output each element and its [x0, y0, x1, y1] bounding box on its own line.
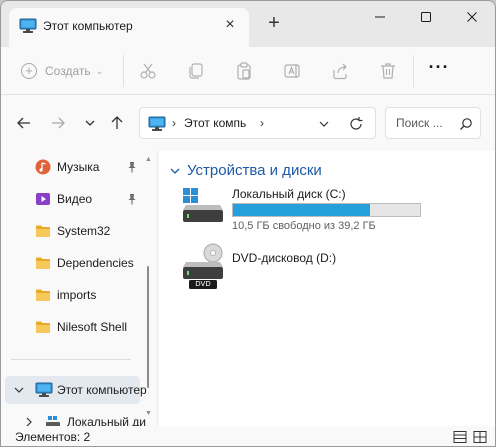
status-bar: Элементов: 2 — [1, 426, 495, 446]
maximize-button[interactable] — [403, 1, 449, 33]
breadcrumb-separator[interactable]: › — [260, 116, 264, 130]
music-icon — [35, 159, 51, 175]
tab-close-icon[interactable]: × — [222, 17, 238, 34]
folder-icon — [35, 223, 51, 239]
folder-icon — [35, 319, 51, 335]
sidebar-item-label: Dependencies — [57, 256, 134, 270]
sidebar-item-label: System32 — [57, 224, 111, 238]
cut-icon[interactable] — [138, 61, 158, 81]
sidebar-scrollbar[interactable] — [147, 266, 149, 388]
sidebar-item-system32[interactable]: System32 — [1, 217, 147, 245]
rename-icon[interactable] — [282, 61, 302, 81]
sidebar-item-label: Музыка — [57, 160, 100, 174]
drive-icon — [45, 414, 61, 426]
chevron-right-icon[interactable] — [23, 416, 35, 426]
sidebar-item-local-disk[interactable]: Локальный ди — [1, 408, 147, 426]
chevron-down-icon[interactable] — [169, 165, 181, 177]
content-pane: Устройства и диски Локальный диск (C:) 1… — [159, 151, 495, 426]
forward-arrow-icon[interactable] — [49, 114, 67, 132]
item-count: Элементов: 2 — [15, 430, 91, 444]
details-view-icon[interactable] — [453, 430, 467, 444]
close-icon — [467, 12, 477, 22]
dvd-badge: DVD — [195, 280, 211, 288]
delete-icon[interactable] — [378, 61, 398, 81]
search-box[interactable]: Поиск ... — [385, 107, 481, 139]
address-bar[interactable]: › Этот компь › — [139, 107, 376, 139]
new-tab-button[interactable]: + — [265, 13, 283, 33]
chevron-down-icon[interactable] — [13, 384, 25, 399]
refresh-icon[interactable] — [348, 116, 364, 132]
tiles-view-icon[interactable] — [473, 430, 487, 444]
scroll-down-icon[interactable]: ▼ — [145, 410, 152, 417]
toolbar-divider — [123, 55, 124, 87]
navigation-pane: Музыка Видео System32 Dependencies impor… — [1, 151, 156, 426]
breadcrumb-separator[interactable]: › — [172, 116, 176, 130]
drive-name: DVD-дисковод (D:) — [232, 251, 337, 265]
recent-chevron-icon[interactable] — [81, 114, 99, 132]
toolbar-divider — [413, 55, 414, 87]
drive-item-d[interactable]: DVD — [179, 243, 449, 289]
create-button[interactable]: + Создать ⌄ — [21, 60, 103, 82]
pin-icon[interactable] — [126, 161, 138, 173]
share-icon[interactable] — [330, 61, 350, 81]
more-options-button[interactable]: ··· — [428, 58, 450, 82]
sidebar-divider — [11, 359, 131, 360]
group-title: Устройства и диски — [187, 162, 322, 179]
sidebar-item-label: Локальный ди — [67, 415, 146, 426]
tab-label: Этот компьютер — [43, 19, 133, 33]
close-button[interactable] — [449, 1, 495, 33]
pc-icon — [19, 18, 37, 37]
up-arrow-icon[interactable] — [108, 114, 126, 132]
sidebar-item-video[interactable]: Видео — [1, 185, 147, 213]
title-bar: Этот компьютер × + — [1, 1, 495, 48]
search-icon[interactable] — [459, 117, 473, 131]
copy-icon[interactable] — [186, 61, 206, 81]
windows-drive-icon — [179, 186, 227, 229]
create-label: Создать — [45, 64, 91, 78]
search-placeholder: Поиск ... — [396, 116, 443, 130]
tab-this-pc[interactable]: Этот компьютер × — [9, 8, 249, 48]
group-header[interactable]: Устройства и диски — [169, 162, 322, 179]
sidebar-item-label: imports — [57, 288, 97, 302]
maximize-icon — [421, 12, 431, 22]
breadcrumb-location[interactable]: Этот компь — [184, 116, 246, 130]
drive-name: Локальный диск (C:) — [232, 187, 346, 201]
command-bar: + Создать ⌄ ··· — [1, 47, 495, 95]
plus-icon: + — [21, 63, 37, 79]
sidebar-item-label: Nilesoft Shell — [57, 320, 128, 334]
sidebar-item-label: Этот компьютер — [57, 383, 147, 397]
drive-usage-bar — [232, 203, 421, 217]
pc-icon — [148, 116, 166, 135]
sidebar-item-imports[interactable]: imports — [1, 281, 147, 309]
sidebar-item-music[interactable]: Музыка — [1, 153, 147, 181]
back-arrow-icon[interactable] — [15, 114, 33, 132]
sidebar-item-label: Видео — [57, 192, 93, 206]
address-dropdown-icon[interactable] — [317, 117, 331, 131]
minimize-button[interactable] — [357, 1, 403, 33]
pc-icon — [35, 382, 53, 398]
pin-icon[interactable] — [126, 193, 138, 205]
explorer-window: Этот компьютер × + + Создать ⌄ ··· › Это… — [0, 0, 496, 447]
scroll-up-icon[interactable]: ▲ — [145, 156, 152, 163]
paste-icon[interactable] — [234, 61, 254, 81]
video-icon — [35, 191, 51, 207]
chevron-down-icon: ⌄ — [95, 65, 104, 76]
drive-usage-fill — [233, 204, 370, 216]
folder-icon — [35, 287, 51, 303]
sidebar-item-dependencies[interactable]: Dependencies — [1, 249, 147, 277]
folder-icon — [35, 255, 51, 271]
sidebar-item-this-pc[interactable]: Этот компьютер — [5, 376, 147, 404]
minimize-icon — [375, 16, 385, 18]
drive-free-space: 10,5 ГБ свободно из 39,2 ГБ — [232, 220, 376, 232]
sidebar-item-nilesoft-shell[interactable]: Nilesoft Shell — [1, 313, 147, 341]
